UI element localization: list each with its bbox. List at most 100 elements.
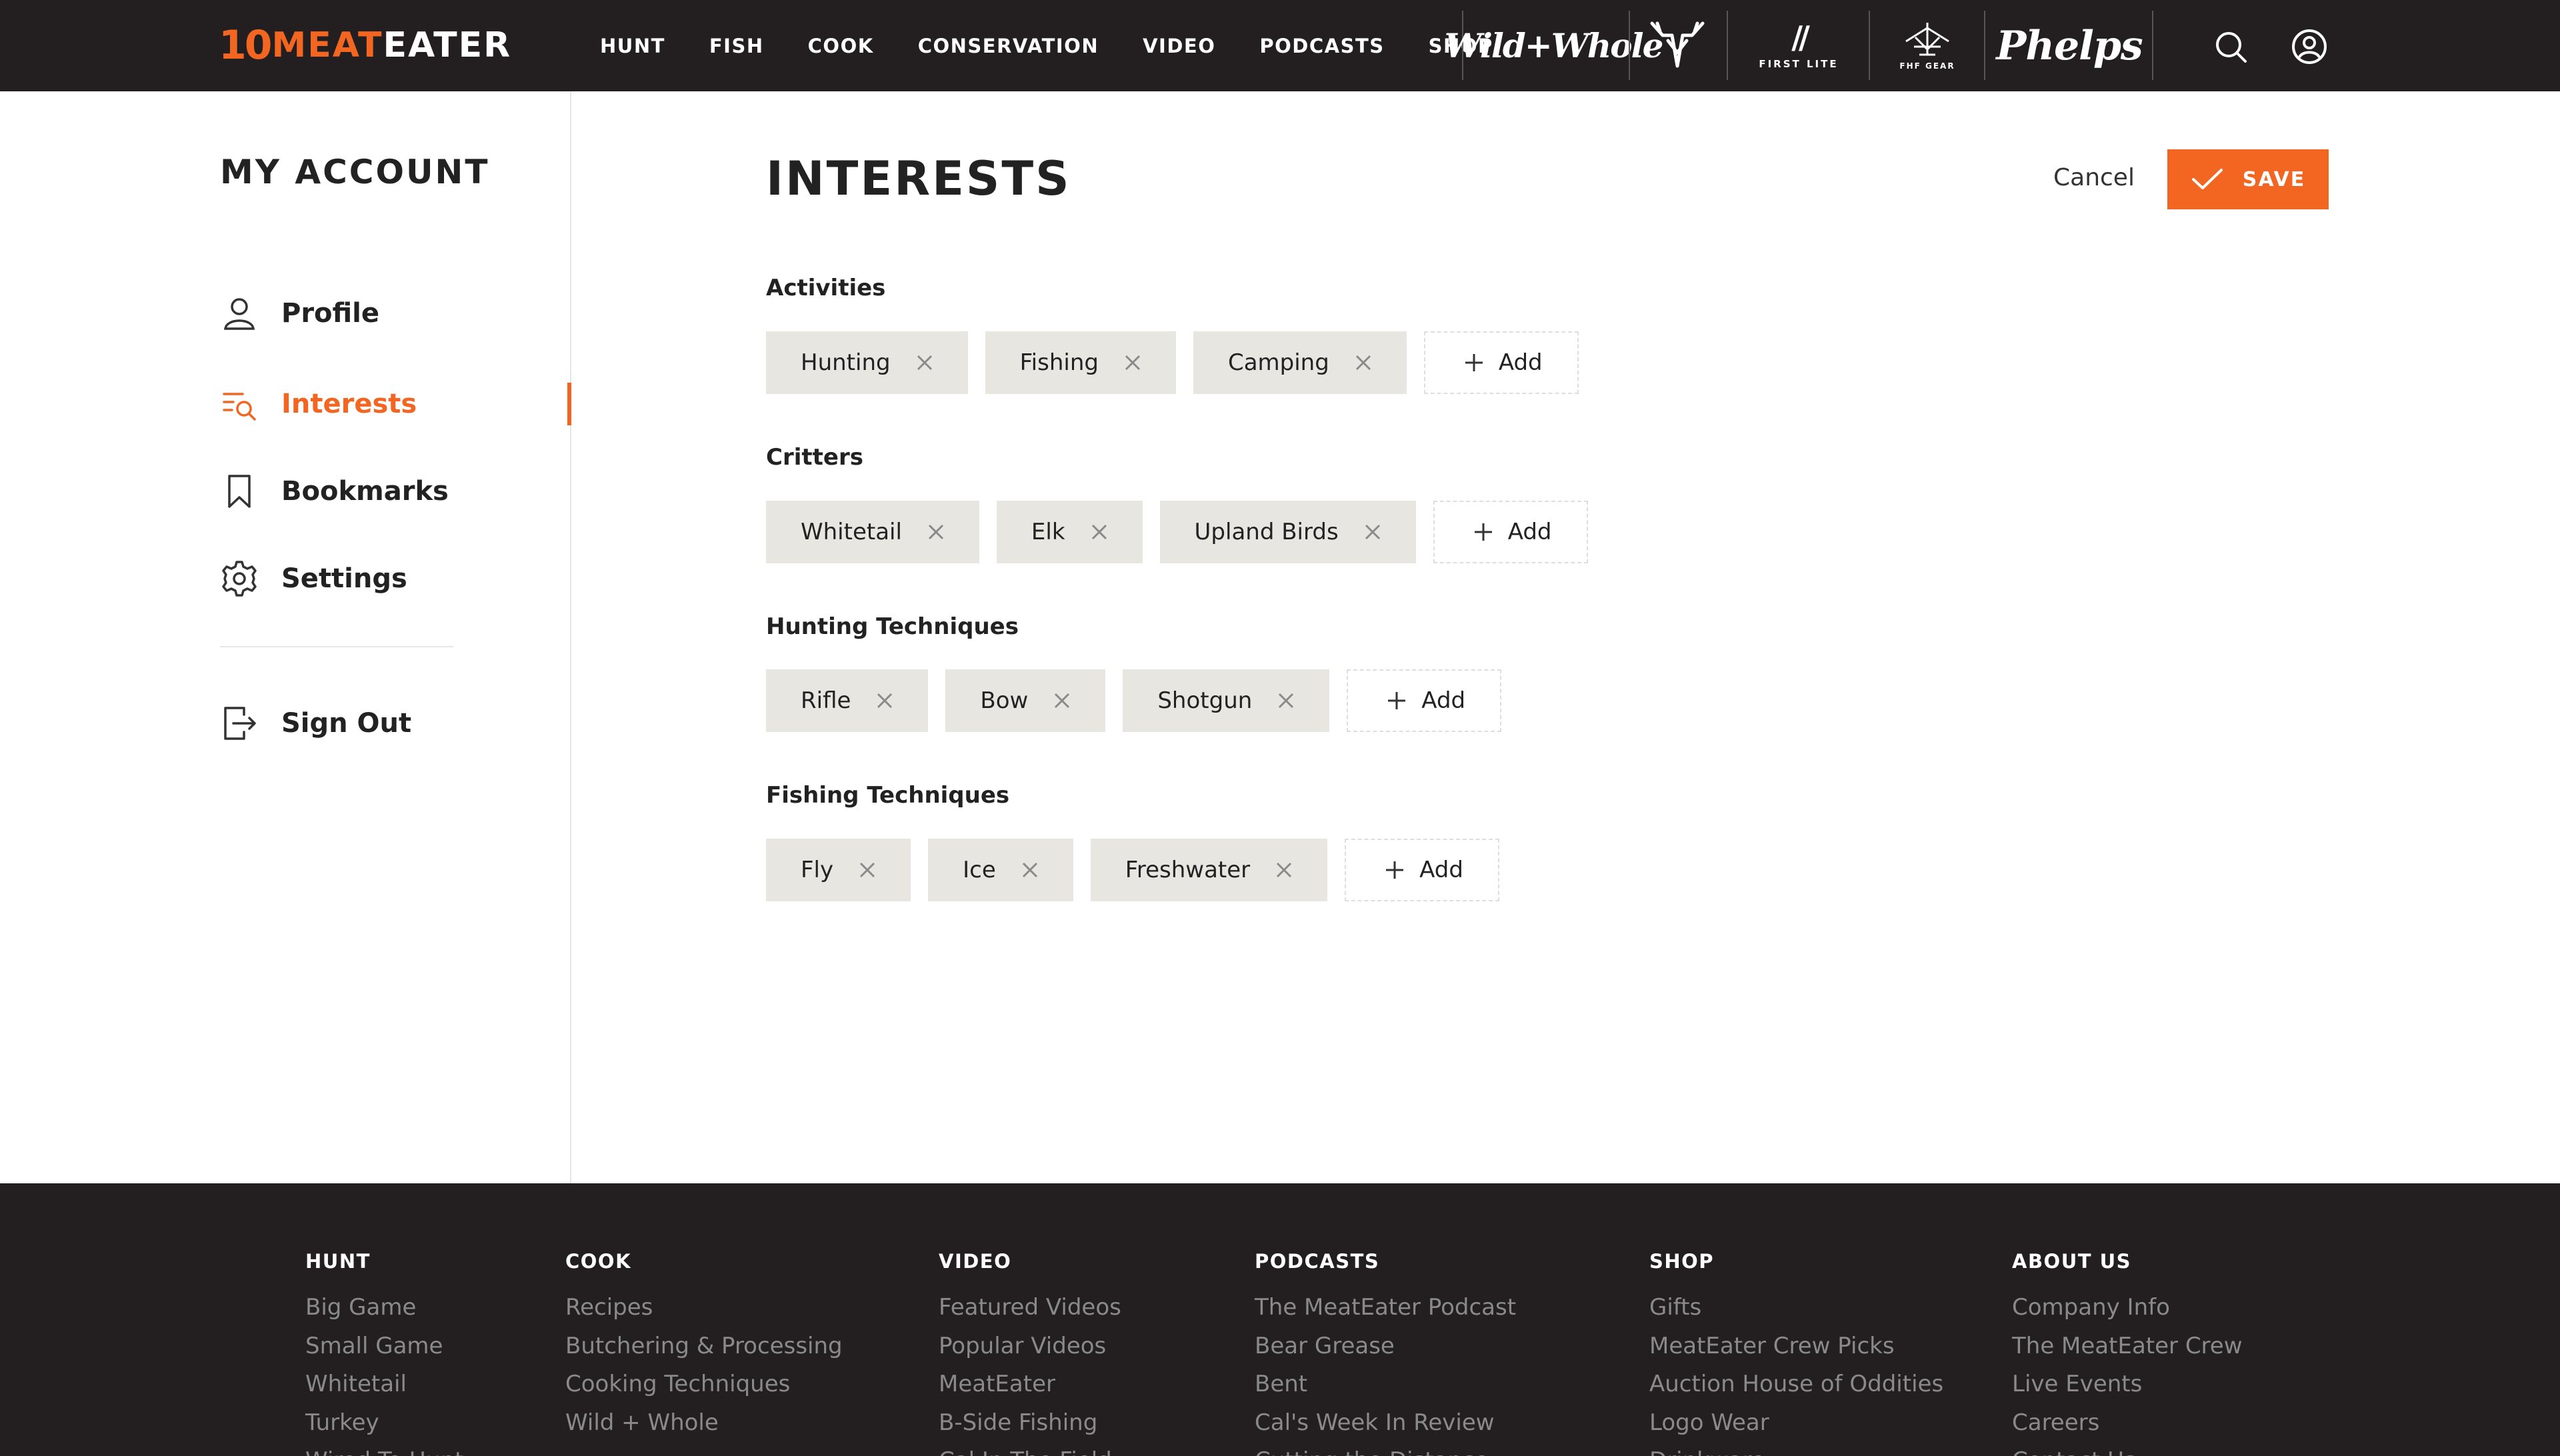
remove-icon[interactable] xyxy=(1355,354,1372,371)
main-nav: HUNT FISH COOK CONSERVATION VIDEO PODCAS… xyxy=(600,0,1537,91)
footer-column-shop: SHOP Gifts MeatEater Crew Picks Auction … xyxy=(1649,1250,1943,1456)
brand-phelps[interactable]: Phelps xyxy=(1986,0,2153,91)
account-icon[interactable] xyxy=(2291,28,2328,65)
chip-label: Upland Birds xyxy=(1194,519,1339,545)
footer-link[interactable]: Turkey xyxy=(305,1409,463,1448)
interest-chip: Camping xyxy=(1193,331,1407,394)
footer-link[interactable]: Popular Videos xyxy=(939,1333,1121,1371)
sign-out-label: Sign Out xyxy=(281,708,412,739)
save-label: SAVE xyxy=(2242,167,2306,191)
save-button[interactable]: SAVE xyxy=(2167,149,2329,209)
footer-link[interactable]: Cutting the Distance xyxy=(1255,1447,1516,1456)
chip-label: Freshwater xyxy=(1125,857,1251,883)
sidebar-item-settings[interactable]: Settings xyxy=(220,559,407,599)
footer-link[interactable]: Recipes xyxy=(565,1294,843,1333)
add-label: Add xyxy=(1498,349,1543,376)
footer-link[interactable]: Bent xyxy=(1255,1371,1516,1409)
footer-link[interactable]: Butchering & Processing xyxy=(565,1333,843,1371)
interest-chip: Rifle xyxy=(766,669,929,732)
footer-heading: PODCASTS xyxy=(1255,1250,1380,1273)
footer-link[interactable]: Gifts xyxy=(1649,1294,1943,1333)
footer-link[interactable]: Small Game xyxy=(305,1333,463,1371)
footer-link[interactable]: Drinkware xyxy=(1649,1447,1943,1456)
chip-row-fishing-techniques: Fly Ice Freshwater Add xyxy=(766,839,1499,901)
interest-chip: Bow xyxy=(945,669,1106,732)
chip-label: Fly xyxy=(801,857,834,883)
meateater-logo[interactable]: 10 MEAT EATER xyxy=(219,24,511,67)
remove-icon[interactable] xyxy=(876,692,893,709)
footer-link[interactable]: Cal's Week In Review xyxy=(1255,1409,1516,1448)
add-interest-button[interactable]: Add xyxy=(1423,331,1579,394)
nav-fish[interactable]: FISH xyxy=(709,35,764,57)
interest-chip: Whitetail xyxy=(766,501,979,563)
chip-label: Bow xyxy=(980,687,1029,714)
logo-mark: 10 xyxy=(219,22,272,69)
sidebar-item-label: Interests xyxy=(281,389,417,419)
footer-link[interactable]: Whitetail xyxy=(305,1371,463,1409)
footer-link[interactable]: MeatEater xyxy=(939,1371,1121,1409)
nav-divider xyxy=(1629,11,1630,80)
footer-link[interactable]: Cal In The Field xyxy=(939,1447,1121,1456)
footer-link[interactable]: Featured Videos xyxy=(939,1294,1121,1333)
remove-icon[interactable] xyxy=(927,523,945,541)
footer-link[interactable]: Big Game xyxy=(305,1294,463,1333)
footer-column-podcasts: PODCASTS The MeatEater Podcast Bear Grea… xyxy=(1255,1250,1516,1456)
account-sidebar: MY ACCOUNT Profile Interests Bookmarks S… xyxy=(0,91,571,1183)
chip-label: Elk xyxy=(1031,519,1065,545)
remove-icon[interactable] xyxy=(859,861,876,879)
add-label: Add xyxy=(1419,857,1463,883)
plus-icon xyxy=(1386,861,1404,879)
remove-icon[interactable] xyxy=(916,354,933,371)
remove-icon[interactable] xyxy=(1053,692,1071,709)
nav-cook[interactable]: COOK xyxy=(808,35,874,57)
footer-link[interactable]: Cooking Techniques xyxy=(565,1371,843,1409)
footer-link[interactable]: Careers xyxy=(2012,1409,2243,1448)
add-interest-button[interactable]: Add xyxy=(1433,501,1588,563)
chip-label: Whitetail xyxy=(801,519,902,545)
brand-first-lite[interactable]: // FIRST LITE xyxy=(1729,0,1869,91)
footer-link[interactable]: Wild + Whole xyxy=(565,1409,843,1448)
footer-link[interactable]: Company Info xyxy=(2012,1294,2243,1333)
nav-podcasts[interactable]: PODCASTS xyxy=(1259,35,1384,57)
section-label-fishing-techniques: Fishing Techniques xyxy=(766,782,1010,809)
search-icon[interactable] xyxy=(2212,28,2249,65)
footer-link[interactable]: The MeatEater Podcast xyxy=(1255,1294,1516,1333)
add-interest-button[interactable]: Add xyxy=(1345,839,1499,901)
footer-link[interactable]: MeatEater Crew Picks xyxy=(1649,1333,1943,1371)
footer-link[interactable]: Wired To Hunt xyxy=(305,1447,463,1456)
remove-icon[interactable] xyxy=(1091,523,1108,541)
chip-row-activities: Hunting Fishing Camping Add xyxy=(766,331,1579,394)
sidebar-item-profile[interactable]: Profile xyxy=(220,293,379,333)
footer-link[interactable]: Auction House of Oddities xyxy=(1649,1371,1943,1409)
brand-fhf-gear[interactable]: FHF GEAR xyxy=(1871,0,1984,91)
sidebar-item-interests[interactable]: Interests xyxy=(220,384,417,424)
add-label: Add xyxy=(1507,519,1552,545)
chip-label: Hunting xyxy=(801,349,891,376)
add-interest-button[interactable]: Add xyxy=(1347,669,1502,732)
footer-link[interactable]: The MeatEater Crew xyxy=(2012,1333,2243,1371)
footer-heading: SHOP xyxy=(1649,1250,1715,1273)
interest-chip: Freshwater xyxy=(1090,839,1328,901)
remove-icon[interactable] xyxy=(1364,523,1381,541)
footer-link[interactable]: Bear Grease xyxy=(1255,1333,1516,1371)
brand-wild-whole[interactable]: Wild+Whole xyxy=(1445,0,1664,91)
footer-link[interactable]: B-Side Fishing xyxy=(939,1409,1121,1448)
remove-icon[interactable] xyxy=(1277,692,1295,709)
nav-conservation[interactable]: CONSERVATION xyxy=(918,35,1099,57)
sidebar-item-sign-out[interactable]: Sign Out xyxy=(220,703,411,743)
brand-meateater-antlers[interactable] xyxy=(1631,0,1724,91)
footer-link[interactable]: Logo Wear xyxy=(1649,1409,1943,1448)
cancel-button[interactable]: Cancel xyxy=(2053,164,2135,191)
sign-out-icon xyxy=(224,707,256,740)
interest-chip: Shotgun xyxy=(1123,669,1330,732)
nav-hunt[interactable]: HUNT xyxy=(600,35,665,57)
nav-video[interactable]: VIDEO xyxy=(1143,35,1215,57)
remove-icon[interactable] xyxy=(1275,861,1293,879)
footer-link[interactable]: Contact Us xyxy=(2012,1447,2243,1456)
sidebar-item-bookmarks[interactable]: Bookmarks xyxy=(220,471,449,511)
interest-chip: Fishing xyxy=(985,331,1176,394)
remove-icon[interactable] xyxy=(1124,354,1141,371)
footer-link[interactable]: Live Events xyxy=(2012,1371,2243,1409)
remove-icon[interactable] xyxy=(1021,861,1039,879)
interest-chip: Ice xyxy=(928,839,1073,901)
